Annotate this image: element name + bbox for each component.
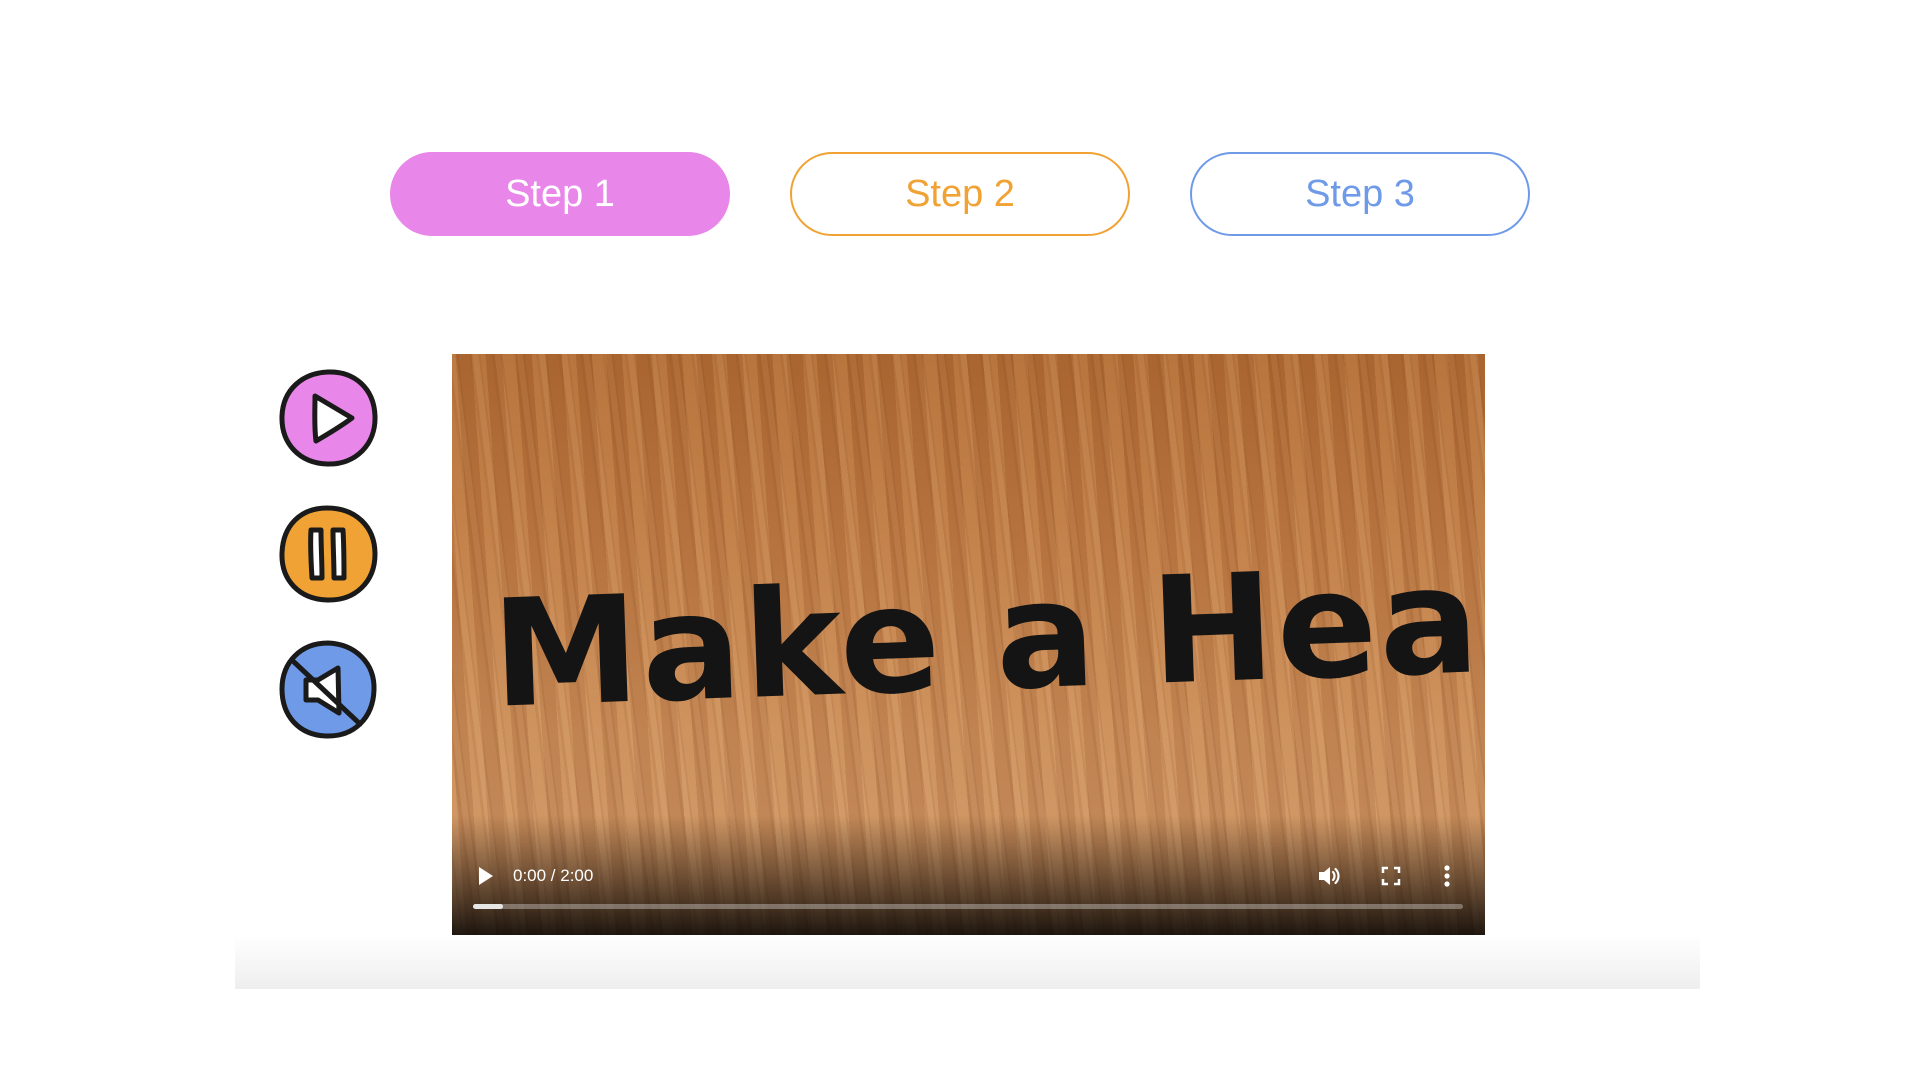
video-progress-fill: [473, 904, 503, 909]
video-progress-bar[interactable]: [473, 904, 1463, 909]
play-icon: [279, 369, 378, 467]
more-options-icon[interactable]: [1441, 862, 1453, 890]
video-title-text: Make a Heart: [489, 529, 1485, 741]
tab-step-2[interactable]: Step 2: [790, 152, 1130, 236]
tab-step-1[interactable]: Step 1: [390, 152, 730, 236]
pause-icon: [279, 505, 378, 603]
video-time: 0:00 / 2:00: [513, 866, 594, 885]
page: Step 1 Step 2 Step 3 Make a Heart 0:00 /…: [0, 0, 1920, 1080]
video-shadow-strip: [235, 935, 1700, 989]
play-button[interactable]: [276, 366, 380, 470]
tab-step-3[interactable]: Step 3: [1190, 152, 1530, 236]
video-player[interactable]: Make a Heart 0:00 / 2:00: [452, 354, 1485, 935]
play-icon[interactable]: [474, 864, 496, 888]
fullscreen-icon[interactable]: [1380, 865, 1402, 887]
mute-button[interactable]: [276, 638, 380, 742]
volume-icon[interactable]: [1316, 863, 1342, 889]
mute-icon: [279, 640, 377, 739]
pause-button[interactable]: [276, 502, 380, 606]
